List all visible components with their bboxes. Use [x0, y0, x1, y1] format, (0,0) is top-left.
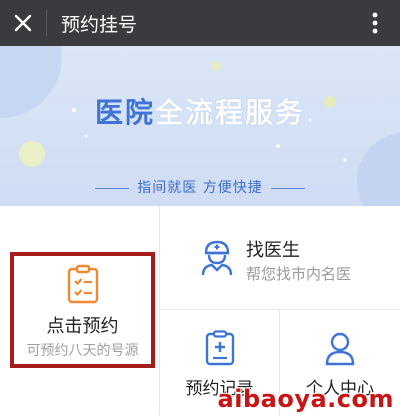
subtitle-line-right	[270, 187, 305, 189]
banner-subtitle: 指间就医 方便快捷	[0, 177, 400, 197]
more-vertical-icon	[372, 12, 378, 34]
subtitle-line-left	[95, 187, 130, 189]
topbar-divider	[46, 10, 47, 36]
appointment-label: 点击预约	[46, 316, 119, 337]
user-icon	[325, 332, 355, 366]
banner-subtitle-text: 指间就医 方便快捷	[137, 180, 263, 196]
page-title: 预约挂号	[61, 13, 138, 36]
banner-title: 医院全流程服务	[0, 91, 400, 131]
find-doctor-button[interactable]: 找医生 帮您找市内名医	[160, 206, 400, 310]
find-doctor-sub: 帮您找市内名医	[246, 265, 352, 283]
banner-title-part1: 医院	[94, 96, 155, 129]
doctor-icon	[201, 240, 233, 276]
top-bar: 预约挂号	[0, 0, 400, 46]
more-button[interactable]	[360, 0, 390, 46]
close-icon	[14, 14, 32, 32]
banner: 医院全流程服务 指间就医 方便快捷	[0, 46, 400, 206]
find-doctor-label: 找医生	[246, 240, 300, 261]
appointment-sub: 可预约八天的号源	[26, 343, 139, 359]
service-grid: 点击预约 可预约八天的号源 找医生 帮您找市内名医 预约记录 个人中心	[0, 206, 400, 415]
clipboard-icon	[67, 264, 99, 304]
appointment-button[interactable]: 点击预约 可预约八天的号源	[10, 252, 155, 368]
site-watermark: aibaoya.com	[217, 385, 394, 413]
record-icon	[205, 330, 235, 366]
appointment-cell: 点击预约 可预约八天的号源	[0, 206, 160, 415]
close-button[interactable]	[0, 0, 46, 46]
banner-title-part2: 全流程服务	[155, 96, 306, 129]
